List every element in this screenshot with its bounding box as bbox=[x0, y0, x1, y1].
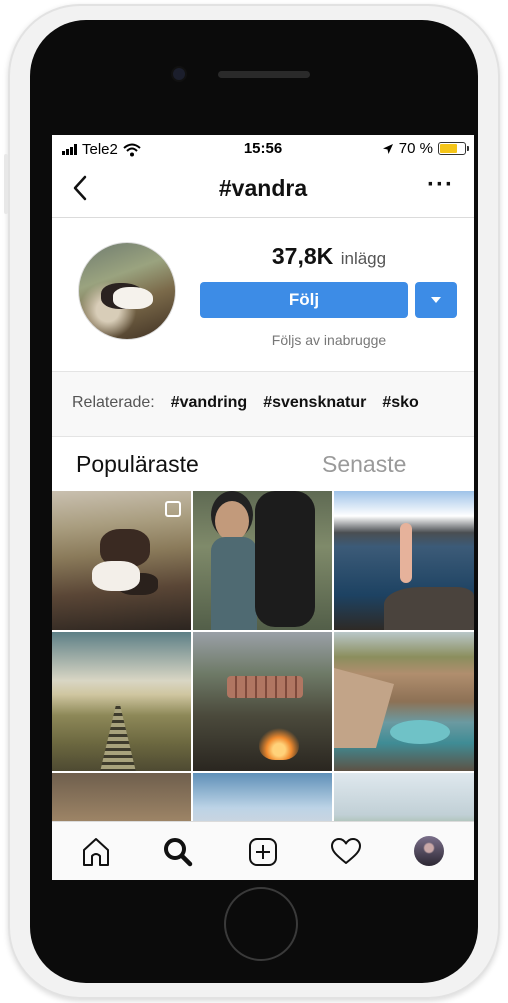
profile-avatar[interactable] bbox=[414, 836, 444, 866]
status-bar: Tele2 15:56 70 % bbox=[52, 135, 474, 161]
tab-popular[interactable]: Populäraste bbox=[76, 451, 199, 478]
tab-recent[interactable]: Senaste bbox=[322, 451, 406, 478]
post-count-label: inlägg bbox=[340, 249, 387, 268]
hashtag-profile: 37,8K inlägg Följ Följs av inabrugge bbox=[52, 218, 474, 370]
screen: Tele2 15:56 70 % #vandra ··· 37,8K inläg… bbox=[52, 135, 474, 880]
post-grid bbox=[52, 491, 474, 821]
post-thumbnail[interactable] bbox=[52, 491, 191, 630]
page-title: #vandra bbox=[218, 175, 308, 201]
volume-button bbox=[4, 154, 8, 214]
earpiece-speaker bbox=[218, 71, 310, 78]
front-camera bbox=[173, 68, 185, 80]
hashtag-avatar bbox=[78, 242, 176, 340]
post-thumbnail[interactable] bbox=[193, 773, 332, 821]
followed-by-text: Följs av inabrugge bbox=[271, 332, 387, 348]
post-thumbnail[interactable] bbox=[52, 773, 191, 821]
feed-tabs: Populäraste Senaste bbox=[52, 437, 474, 491]
post-thumbnail[interactable] bbox=[334, 632, 474, 771]
home-icon[interactable] bbox=[80, 836, 112, 868]
more-options-icon[interactable]: ··· bbox=[427, 173, 454, 197]
chevron-down-icon[interactable] bbox=[415, 282, 457, 318]
related-hashtags-bar: Relaterade: #vandring #svensknatur #sko bbox=[52, 371, 474, 437]
related-label: Relaterade: bbox=[72, 394, 155, 411]
post-thumbnail[interactable] bbox=[193, 632, 332, 771]
post-thumbnail[interactable] bbox=[52, 632, 191, 771]
related-tag[interactable]: #sko bbox=[382, 394, 418, 412]
search-icon[interactable] bbox=[162, 836, 194, 868]
battery-icon bbox=[438, 142, 469, 155]
post-thumbnail[interactable] bbox=[334, 491, 474, 630]
post-count-row: 37,8K inlägg bbox=[200, 243, 458, 270]
multiple-photos-icon bbox=[165, 501, 181, 517]
bottom-navigation bbox=[52, 821, 474, 880]
location-arrow-icon bbox=[382, 143, 393, 154]
battery-percent: 70 % bbox=[398, 140, 433, 157]
post-thumbnail[interactable] bbox=[334, 773, 474, 821]
new-post-icon[interactable] bbox=[247, 836, 279, 868]
home-button[interactable] bbox=[226, 889, 296, 959]
status-right: 70 % bbox=[382, 140, 469, 157]
post-thumbnail[interactable] bbox=[193, 491, 332, 630]
follow-button[interactable]: Följ bbox=[200, 282, 408, 318]
post-count: 37,8K bbox=[271, 243, 334, 269]
related-tag[interactable]: #vandring bbox=[171, 394, 247, 412]
header-bar: #vandra ··· bbox=[52, 161, 474, 218]
related-tag[interactable]: #svensknatur bbox=[263, 394, 366, 412]
activity-heart-icon[interactable] bbox=[330, 836, 362, 868]
